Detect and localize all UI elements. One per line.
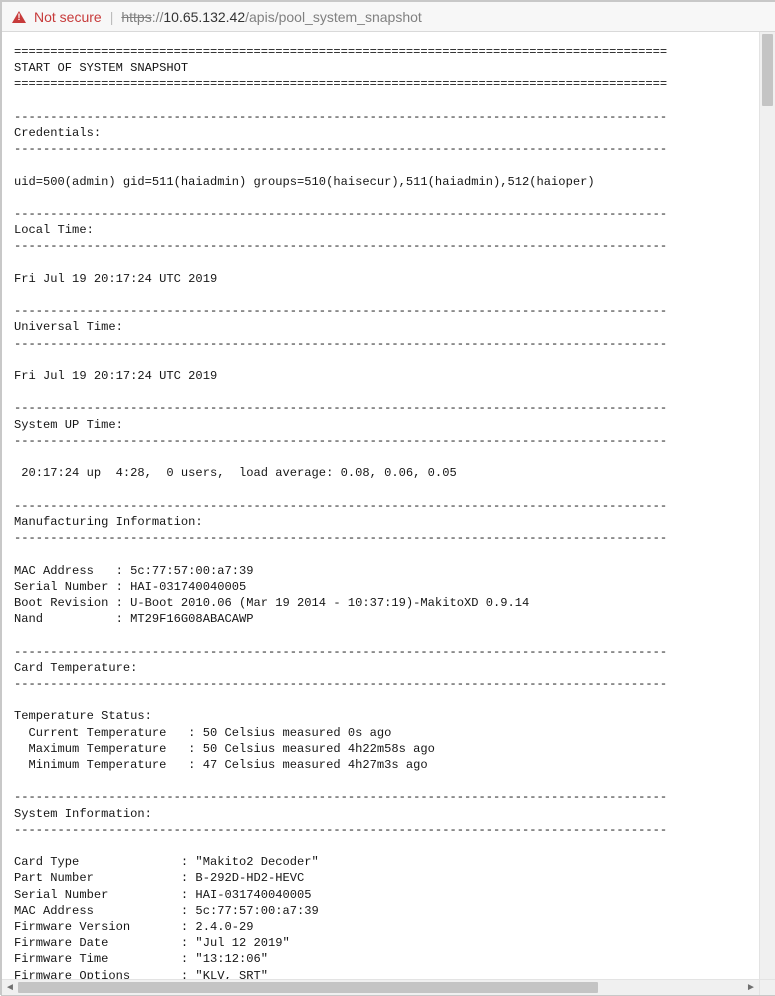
horizontal-scrollbar-track[interactable] [18, 982, 743, 993]
page-content: ========================================… [2, 32, 759, 979]
vertical-scrollbar-thumb[interactable] [762, 34, 773, 106]
vertical-scrollbar[interactable] [759, 32, 775, 979]
system-snapshot-text: ========================================… [2, 32, 759, 979]
address-bar[interactable]: Not secure | https://10.65.132.42/apis/p… [2, 2, 775, 32]
scrollbar-corner [759, 979, 775, 995]
scroll-left-arrow-icon[interactable]: ◄ [2, 980, 18, 995]
horizontal-scrollbar-thumb[interactable] [18, 982, 598, 993]
horizontal-scrollbar[interactable]: ◄ ► [2, 979, 759, 995]
url-path: /apis/pool_system_snapshot [245, 9, 422, 25]
security-status: Not secure [34, 9, 102, 25]
url-display[interactable]: https://10.65.132.42/apis/pool_system_sn… [121, 9, 421, 25]
address-bar-divider: | [110, 9, 114, 25]
url-protocol: https [121, 9, 151, 25]
url-host: 10.65.132.42 [163, 9, 245, 25]
scroll-right-arrow-icon[interactable]: ► [743, 980, 759, 995]
warning-triangle-icon [12, 11, 26, 23]
